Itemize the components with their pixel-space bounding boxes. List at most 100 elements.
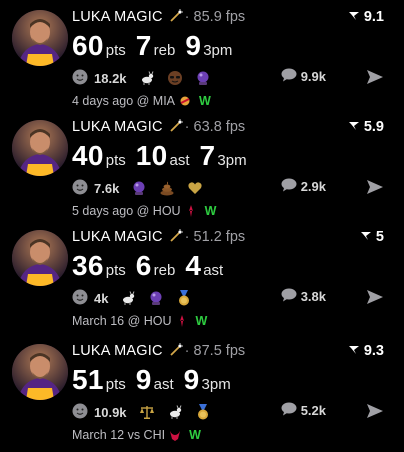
comments-count: 9.9k: [300, 69, 326, 84]
game-date-opponent: 4 days ago @ MIA: [72, 94, 176, 108]
stat-line: 40 pts 10 ast 7 3pm: [72, 140, 257, 172]
rating-score[interactable]: 5.9: [348, 119, 384, 135]
stat-label: ast: [203, 262, 224, 279]
gold-heart-icon[interactable]: [187, 180, 203, 196]
fps-value: 63.8 fps: [193, 119, 246, 135]
rating-icon: [348, 119, 360, 135]
game-result: W: [204, 204, 217, 218]
magic-wand-icon: [169, 343, 183, 357]
comments-button[interactable]: 9.9k: [281, 68, 326, 85]
stat-label: 3pm: [203, 42, 233, 59]
comment-icon: [281, 402, 297, 419]
reaction-face-icon[interactable]: [72, 179, 88, 198]
stat-value: 9: [185, 30, 202, 61]
game-info: March 12 vs CHI W: [72, 428, 201, 442]
stat-label: pts: [105, 152, 126, 169]
comment-icon: [281, 68, 297, 85]
game-info: March 16 @ HOU W: [72, 314, 207, 328]
stat-label: reb: [153, 262, 176, 279]
stat-value: 7: [135, 30, 152, 61]
reactions-count: 4k: [94, 290, 109, 306]
reaction-face-icon[interactable]: [72, 69, 88, 88]
medal-icon[interactable]: [176, 290, 192, 306]
avatar[interactable]: [12, 120, 68, 176]
comments-count: 3.8k: [300, 289, 326, 304]
comments-button[interactable]: 5.2k: [281, 402, 326, 419]
bulls-logo-icon: [169, 429, 181, 441]
author-name[interactable]: LUKA MAGIC: [72, 9, 163, 25]
comment-icon: [281, 288, 297, 305]
stat-label: 3pm: [217, 152, 247, 169]
author-name[interactable]: LUKA MAGIC: [72, 229, 163, 245]
game-date-opponent: March 16 @ HOU: [72, 314, 172, 328]
goat-icon[interactable]: [139, 70, 155, 86]
stat-label: reb: [153, 42, 176, 59]
crystal-ball-icon[interactable]: [148, 290, 164, 306]
reaction-face-icon[interactable]: [72, 289, 88, 308]
avatar[interactable]: [12, 344, 68, 400]
share-icon[interactable]: [366, 178, 384, 196]
separator-dot: ·: [184, 119, 190, 135]
stat-label: ast: [169, 152, 190, 169]
rating-value: 9.3: [363, 343, 384, 359]
reactions-count: 18.2k: [94, 70, 127, 86]
game-result: W: [189, 428, 201, 442]
stat-value: 36: [72, 250, 104, 281]
reaction-face-icon[interactable]: [72, 403, 88, 422]
rating-score[interactable]: 9.1: [348, 9, 384, 25]
rating-score[interactable]: 9.3: [348, 343, 384, 359]
fps-value: 85.9 fps: [193, 9, 246, 25]
rating-icon: [360, 229, 372, 245]
poop-emoji-icon[interactable]: [159, 180, 175, 196]
medal-icon[interactable]: [195, 404, 211, 420]
post-card[interactable]: LUKA MAGIC · 85.9 fps 9.1 60 pts 7 reb 9 3pm 18.…: [0, 6, 404, 118]
author-name[interactable]: LUKA MAGIC: [72, 343, 163, 359]
comment-icon: [281, 178, 297, 195]
crystal-ball-icon[interactable]: [131, 180, 147, 196]
share-icon[interactable]: [366, 402, 384, 420]
game-result: W: [199, 94, 211, 108]
reactions-row: 4k: [72, 288, 198, 308]
comments-button[interactable]: 2.9k: [281, 178, 326, 195]
stat-line: 36 pts 6 reb 4 ast: [72, 250, 233, 282]
magic-wand-icon: [169, 9, 183, 23]
rating-value: 5: [375, 229, 384, 245]
stat-value: 9: [135, 364, 152, 395]
stat-value: 51: [72, 364, 104, 395]
author-name[interactable]: LUKA MAGIC: [72, 119, 163, 135]
avatar[interactable]: [12, 10, 68, 66]
stat-label: 3pm: [201, 376, 231, 393]
rating-icon: [348, 9, 360, 25]
game-date-opponent: March 12 vs CHI: [72, 428, 166, 442]
reactions-row: 7.6k: [72, 178, 209, 198]
post-card[interactable]: LUKA MAGIC · 63.8 fps 5.9 40 pts 10 ast 7 3pm 7.…: [0, 116, 404, 228]
game-date-opponent: 5 days ago @ HOU: [72, 204, 181, 218]
game-result: W: [195, 314, 208, 328]
avatar[interactable]: [12, 230, 68, 286]
post-header: LUKA MAGIC · 63.8 fps 5.9: [72, 119, 394, 139]
comments-button[interactable]: 3.8k: [281, 288, 326, 305]
post-header: LUKA MAGIC · 87.5 fps 9.3: [72, 343, 394, 363]
post-card[interactable]: LUKA MAGIC · 51.2 fps 5 36 pts 6 reb 4 ast 4k 3.8…: [0, 226, 404, 338]
rating-value: 9.1: [363, 9, 384, 25]
scales-icon[interactable]: [139, 404, 155, 420]
separator-dot: ·: [184, 343, 190, 359]
rating-score[interactable]: 5: [360, 229, 384, 245]
stat-value: 9: [183, 364, 200, 395]
magic-wand-icon: [169, 229, 183, 243]
rating-icon: [348, 343, 360, 359]
rockets-logo-icon: [185, 205, 197, 217]
stat-line: 51 pts 9 ast 9 3pm: [72, 364, 241, 396]
goat-icon[interactable]: [167, 404, 183, 420]
rockets-logo-icon: [176, 315, 188, 327]
stat-value: 4: [185, 250, 202, 281]
sunglasses-emoji-icon[interactable]: [167, 70, 183, 86]
share-icon[interactable]: [366, 68, 384, 86]
magic-wand-icon: [169, 119, 183, 133]
post-card[interactable]: LUKA MAGIC · 87.5 fps 9.3 51 pts 9 ast 9 3pm 10.…: [0, 340, 404, 452]
stat-value: 60: [72, 30, 104, 61]
goat-icon[interactable]: [120, 290, 136, 306]
share-icon[interactable]: [366, 288, 384, 306]
crystal-ball-icon[interactable]: [195, 70, 211, 86]
stat-value: 6: [135, 250, 152, 281]
